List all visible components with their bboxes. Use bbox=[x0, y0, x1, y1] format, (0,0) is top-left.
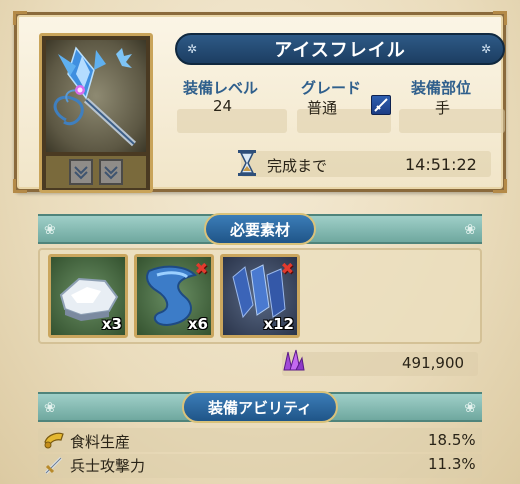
materials-title: 必要素材 bbox=[203, 213, 317, 245]
ability-name: 食料生産 bbox=[70, 433, 131, 451]
material-item[interactable]: ✖ x6 bbox=[134, 254, 214, 338]
material-count: x12 bbox=[263, 315, 294, 333]
level-value: 24 bbox=[213, 97, 233, 115]
missing-mark-icon: ✖ bbox=[280, 259, 294, 278]
ability-name: 兵士攻撃力 bbox=[70, 457, 146, 475]
gem-slot[interactable] bbox=[99, 159, 123, 185]
material-item[interactable]: x3 bbox=[48, 254, 128, 338]
item-portrait[interactable] bbox=[39, 33, 153, 193]
slot-value: 手 bbox=[435, 99, 451, 117]
slot-label: 装備部位 bbox=[411, 79, 472, 97]
cost-value: 491,900 bbox=[402, 354, 465, 372]
grade-value: 普通 bbox=[307, 99, 338, 117]
sword-icon bbox=[42, 453, 66, 477]
gem-slots bbox=[46, 156, 146, 188]
material-count: x3 bbox=[101, 315, 122, 333]
swirl-left-icon: ✲ bbox=[187, 42, 198, 56]
ability-value: 11.3% bbox=[428, 455, 476, 473]
ability-value: 18.5% bbox=[428, 431, 476, 449]
purple-crystal-icon bbox=[278, 346, 306, 374]
timer-value: 14:51:22 bbox=[405, 155, 477, 174]
item-name-banner: ✲ アイスフレイル ✲ bbox=[175, 33, 505, 65]
ice-flail-icon bbox=[46, 40, 146, 152]
horn-icon bbox=[42, 428, 66, 452]
sword-slot-icon bbox=[371, 95, 391, 115]
gem-slot[interactable] bbox=[69, 159, 93, 185]
crafting-screen: ✲ アイスフレイル ✲ 装備レベル 24 グレード 普通 装備部位 手 完成まで bbox=[0, 0, 520, 484]
missing-mark-icon: ✖ bbox=[194, 259, 208, 278]
level-label: 装備レベル bbox=[183, 79, 259, 97]
abilities-title: 装備アビリティ bbox=[181, 391, 339, 423]
timer-label: 完成まで bbox=[267, 157, 328, 175]
item-info-panel: ✲ アイスフレイル ✲ 装備レベル 24 グレード 普通 装備部位 手 完成まで bbox=[13, 11, 507, 193]
grade-label: グレード bbox=[301, 79, 362, 97]
materials-header: ❀ ❀ 必要素材 bbox=[38, 213, 482, 245]
abilities-header: ❀ ❀ 装備アビリティ bbox=[38, 391, 482, 423]
hourglass-icon bbox=[237, 149, 257, 177]
material-item[interactable]: ✖ x12 bbox=[220, 254, 300, 338]
swirl-right-icon: ✲ bbox=[481, 42, 492, 56]
material-count: x6 bbox=[187, 315, 208, 333]
item-name: アイスフレイル bbox=[274, 40, 406, 61]
